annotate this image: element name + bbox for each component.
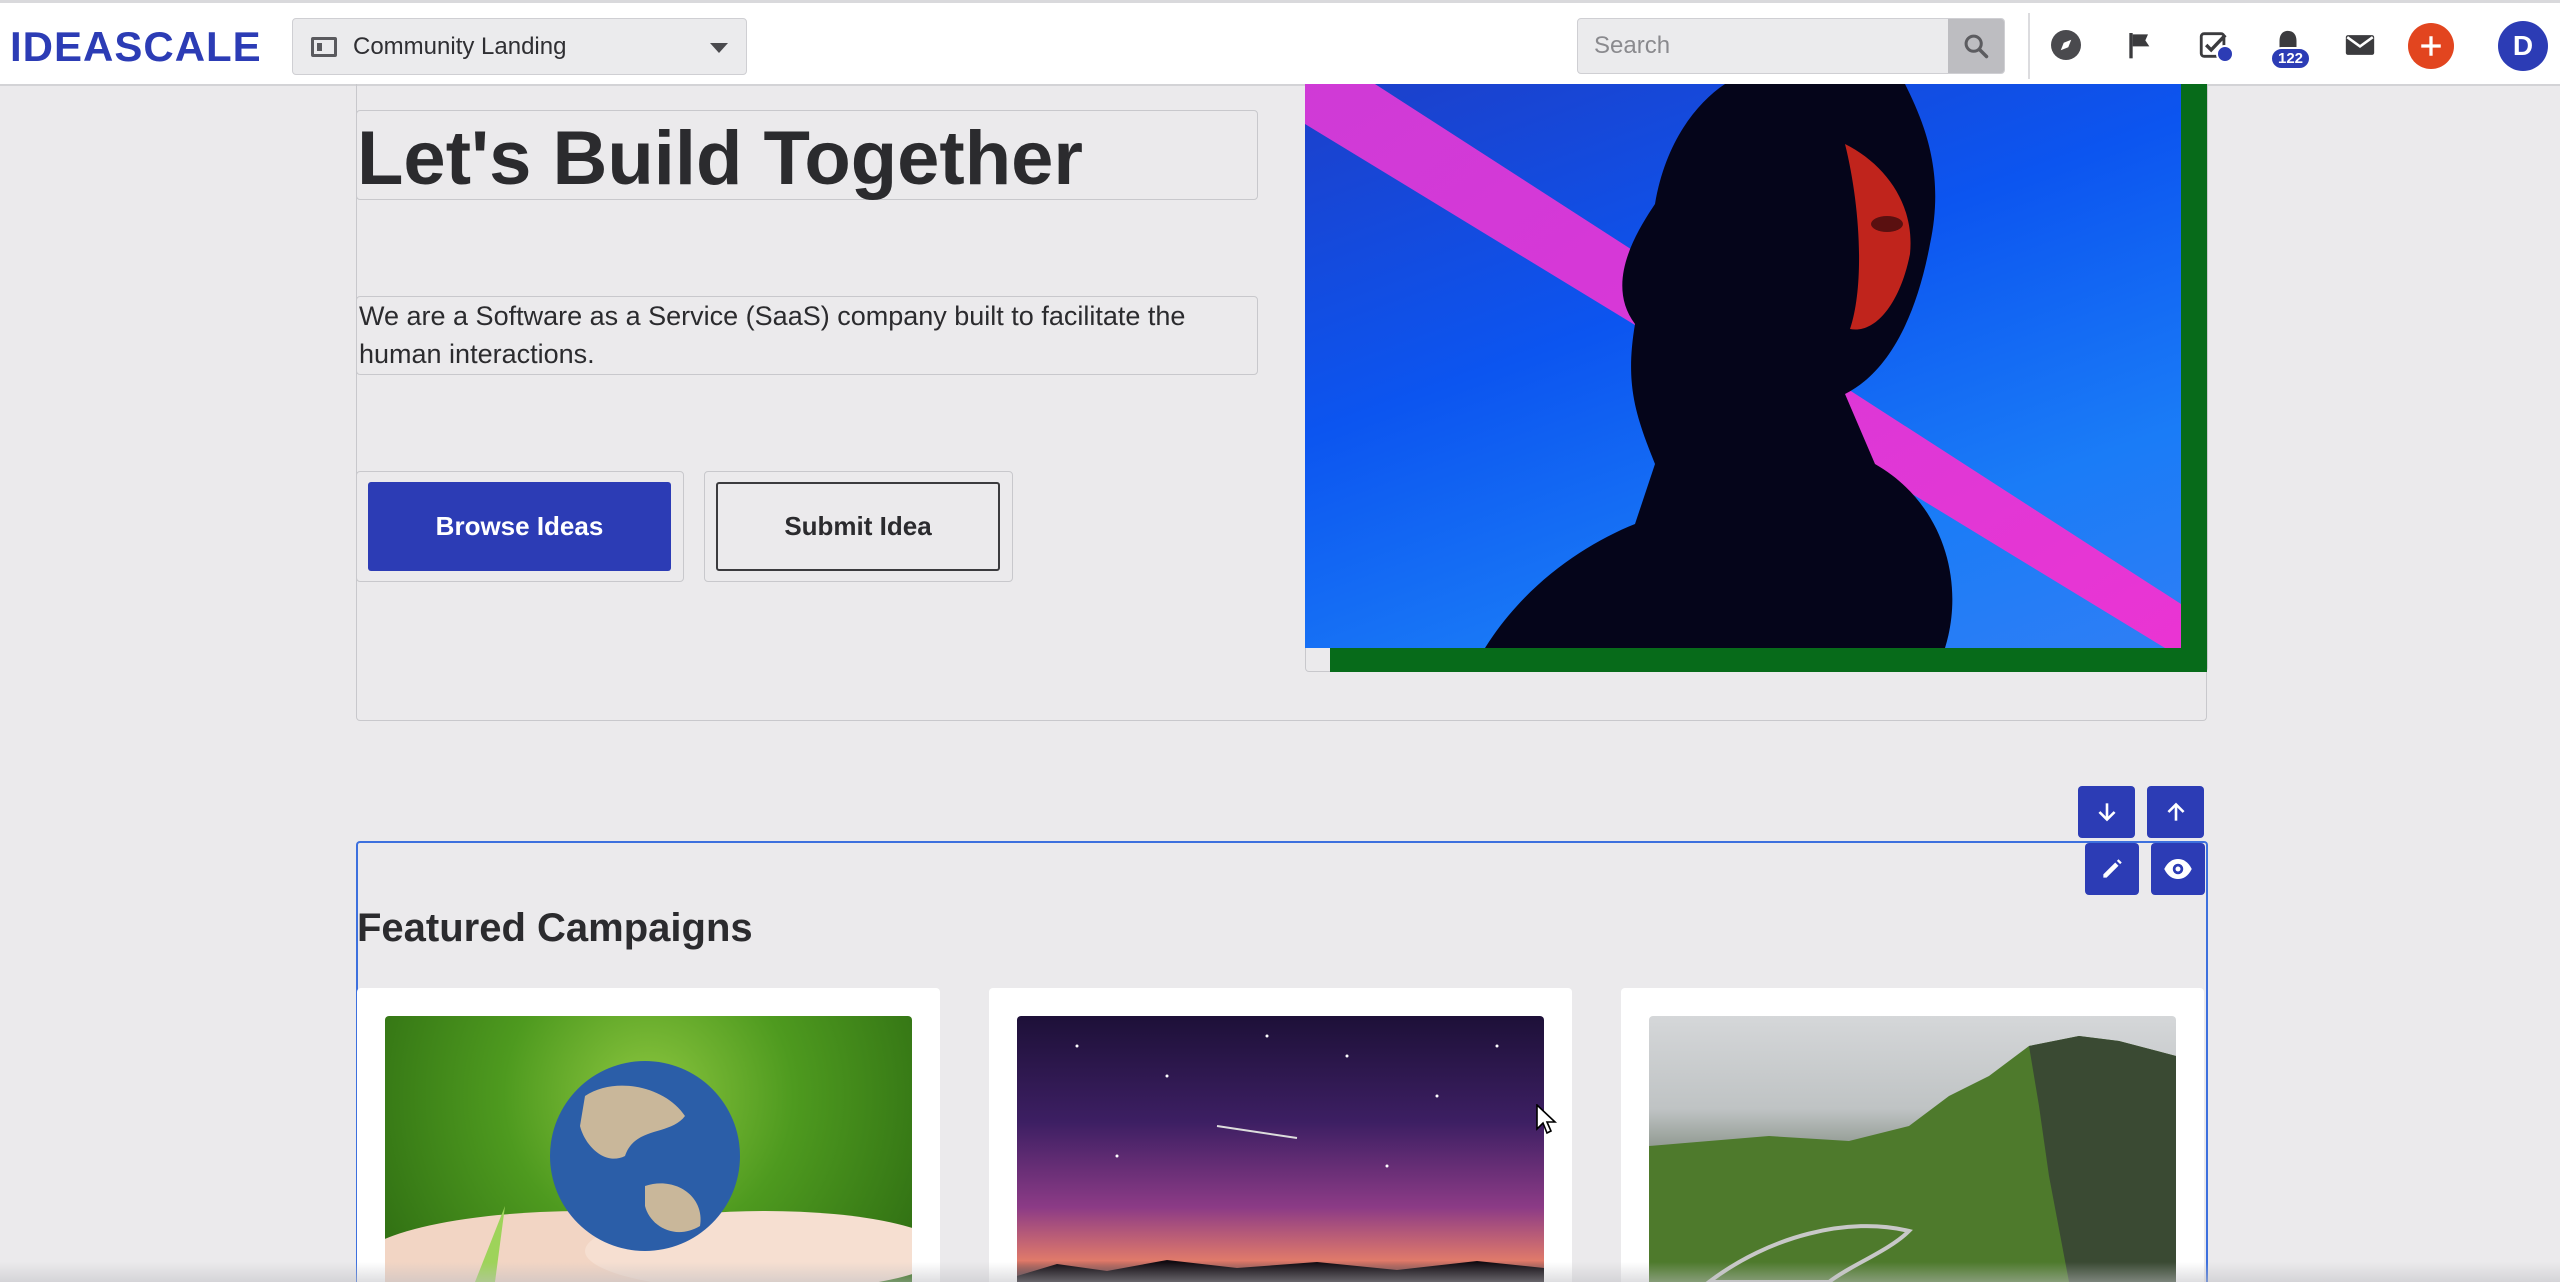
submit-button-block: Submit Idea [704, 471, 1013, 582]
campaign-card[interactable] [357, 988, 940, 1282]
browse-button-block: Browse Ideas [356, 471, 684, 582]
campaign-card[interactable] [989, 988, 1572, 1282]
ideascale-logo[interactable]: IDEASCALE [10, 23, 262, 71]
page-layout-icon [311, 36, 337, 57]
hero-title: Let's Build Together [357, 116, 1084, 201]
chevron-down-icon [710, 43, 728, 53]
portrait-illustration [1305, 84, 2181, 648]
browse-ideas-button[interactable]: Browse Ideas [368, 482, 671, 571]
divider [2028, 13, 2030, 79]
messages-button[interactable] [2340, 25, 2380, 65]
compass-icon [2051, 30, 2081, 60]
page-selector-label: Community Landing [353, 32, 567, 60]
move-section-up-button[interactable] [2147, 786, 2204, 838]
add-button[interactable] [2408, 23, 2454, 69]
tasks-dot-badge [2216, 45, 2234, 63]
search-button[interactable] [1948, 19, 2004, 73]
plus-icon [2421, 36, 2441, 56]
top-navigation-bar: IDEASCALE Community Landing 122 D [0, 0, 2560, 86]
scroll-shadow [0, 1262, 2560, 1282]
silhouette-portrait-image [1305, 84, 2181, 648]
flag-icon [2129, 33, 2150, 59]
search-icon [1964, 34, 1989, 59]
arrow-up-icon [2166, 802, 2185, 821]
notifications-button[interactable]: 122 [2268, 25, 2312, 70]
hero-description: We are a Software as a Service (SaaS) co… [359, 301, 1186, 369]
hero-description-block[interactable]: We are a Software as a Service (SaaS) co… [356, 296, 1258, 375]
search-box [1577, 18, 2005, 74]
starry-night-sky-image [1017, 1016, 1544, 1282]
arrow-down-icon [2097, 803, 2116, 822]
tasks-button[interactable] [2194, 25, 2234, 65]
submit-idea-button[interactable]: Submit Idea [716, 482, 1000, 571]
campaign-card[interactable] [1621, 988, 2204, 1282]
page-selector-dropdown[interactable]: Community Landing [292, 18, 747, 75]
user-avatar[interactable]: D [2498, 21, 2548, 71]
moderation-flag-button[interactable] [2120, 25, 2160, 65]
mail-icon [2345, 35, 2375, 55]
hero-title-block[interactable]: Let's Build Together [356, 110, 1258, 201]
mouse-cursor-icon [1536, 1104, 1558, 1135]
earth-in-hands-image [385, 1016, 912, 1282]
explore-button[interactable] [2046, 25, 2086, 65]
search-input[interactable] [1578, 19, 1950, 73]
notification-count-badge: 122 [2270, 47, 2312, 70]
featured-campaigns-title: Featured Campaigns [357, 906, 753, 950]
move-section-down-button[interactable] [2078, 786, 2135, 838]
green-cliffs-landscape-image [1649, 1016, 2176, 1282]
